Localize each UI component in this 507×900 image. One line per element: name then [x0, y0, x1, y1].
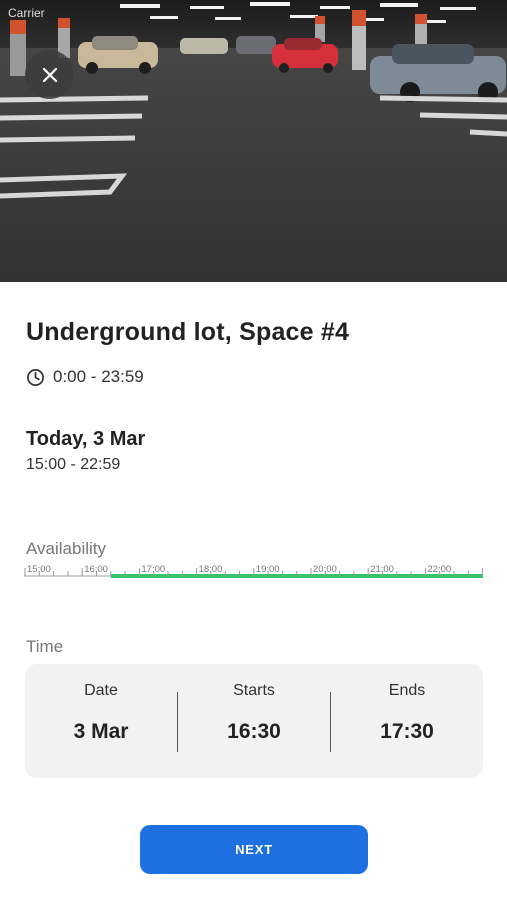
- tick-label: 22:00: [427, 564, 451, 575]
- next-button[interactable]: NEXT: [140, 825, 368, 874]
- tick-label: 15:00: [27, 564, 51, 575]
- tick-label: 19:00: [256, 564, 280, 575]
- starts-value: 16:30: [227, 720, 281, 743]
- date-label: Date: [84, 682, 118, 699]
- opening-hours-text: 0:00 - 23:59: [53, 367, 144, 386]
- date-value: 3 Mar: [73, 720, 129, 743]
- start-time-picker[interactable]: Starts 16:30: [178, 664, 330, 778]
- selected-day-range: 15:00 - 22:59: [26, 456, 121, 473]
- time-label: Time: [26, 637, 64, 656]
- selected-day: Today, 3 Mar: [26, 428, 146, 450]
- parking-lot-illustration: [0, 0, 507, 282]
- close-button[interactable]: [25, 50, 74, 99]
- opening-hours: 0:00 - 23:59: [26, 367, 144, 387]
- tick-label: 21:00: [370, 564, 394, 575]
- tick-label: 17:00: [141, 564, 165, 575]
- close-icon: [42, 67, 57, 82]
- listing-title: Underground lot, Space #4: [26, 318, 350, 346]
- clock-icon: [27, 368, 44, 386]
- tick-label: 16:00: [84, 564, 108, 575]
- time-picker-card: Date 3 Mar Starts 16:30 Ends 17:30: [25, 664, 483, 778]
- end-time-picker[interactable]: Ends 17:30: [331, 664, 483, 778]
- tick-label: 20:00: [313, 564, 337, 575]
- availability-label: Availability: [26, 539, 107, 558]
- starts-label: Starts: [233, 682, 275, 699]
- date-picker[interactable]: Date 3 Mar: [25, 664, 177, 778]
- tick-label: 18:00: [199, 564, 223, 575]
- ends-label: Ends: [388, 682, 426, 699]
- hero-photo: Carrier: [0, 0, 507, 282]
- status-bar-carrier: Carrier: [8, 6, 45, 20]
- ends-value: 17:30: [380, 720, 434, 743]
- availability-timeline: 15:00 16:00 17:00 18:00 19:00 20:00 21:00 22:00: [24, 564, 483, 578]
